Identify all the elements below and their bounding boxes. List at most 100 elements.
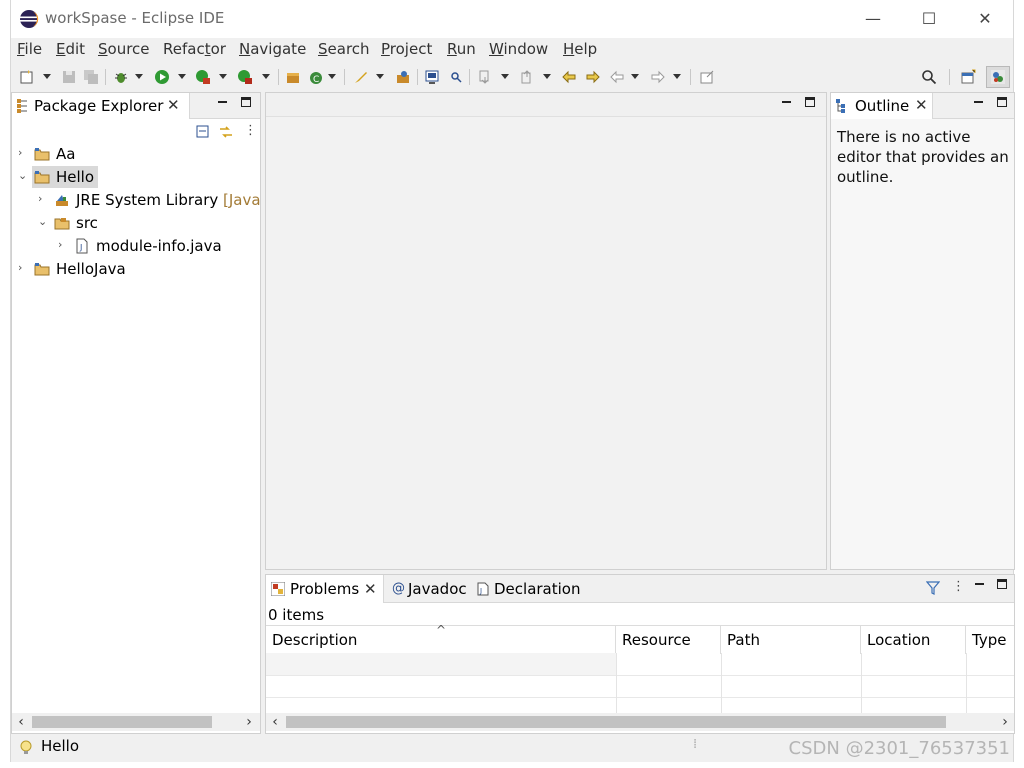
debug-dropdown-icon[interactable] xyxy=(135,74,143,79)
prev-annotation-icon[interactable] xyxy=(519,69,535,85)
maximize-button[interactable]: ☐ xyxy=(901,0,957,38)
expand-icon[interactable]: › xyxy=(18,261,22,274)
java-perspective-icon xyxy=(991,70,1005,84)
maximize-view-icon[interactable] xyxy=(241,97,251,107)
view-menu-icon[interactable]: ⋮ xyxy=(244,123,257,138)
close-window-button[interactable]: ✕ xyxy=(957,0,1013,38)
prev-annotation-dropdown-icon[interactable] xyxy=(543,74,551,79)
back-icon[interactable] xyxy=(609,69,625,85)
column-path[interactable]: Path xyxy=(721,626,861,654)
scroll-left-icon[interactable]: ‹ xyxy=(266,713,284,731)
column-resource[interactable]: Resource xyxy=(616,626,721,654)
minimize-editor-icon[interactable] xyxy=(782,96,792,108)
menu-help[interactable]: Help xyxy=(563,40,597,58)
column-description[interactable]: Description ^ xyxy=(266,623,616,654)
problems-title: Problems xyxy=(290,580,360,598)
scroll-thumb[interactable] xyxy=(286,716,946,728)
tree-item-module-info[interactable]: › J module-info.java xyxy=(12,235,260,257)
tree-item-jre-system-library[interactable]: › JRE System Library [JavaSE xyxy=(12,189,260,211)
new-class-dropdown-icon[interactable] xyxy=(328,74,336,79)
menu-file[interactable]: File xyxy=(17,40,42,58)
console-icon[interactable] xyxy=(424,69,440,85)
new-dropdown-icon[interactable] xyxy=(43,74,51,79)
column-type[interactable]: Type xyxy=(966,626,1014,654)
project-icon xyxy=(34,148,50,161)
tree-item-hello[interactable]: ⌄ Hello xyxy=(12,166,260,188)
external-tools-dropdown-icon[interactable] xyxy=(262,74,270,79)
project-icon xyxy=(34,171,50,184)
minimize-button[interactable]: — xyxy=(845,0,901,38)
package-explorer-hscrollbar[interactable]: ‹ › xyxy=(12,713,260,731)
menu-navigate[interactable]: Navigate xyxy=(239,40,306,58)
expand-icon[interactable]: › xyxy=(38,192,42,205)
expand-icon[interactable]: › xyxy=(18,146,22,159)
main-toolbar: C xyxy=(11,64,1013,92)
scroll-right-icon[interactable]: › xyxy=(240,713,258,731)
tab-declaration[interactable]: J Declaration xyxy=(472,575,582,603)
tree-item-hellojava[interactable]: › HelloJava xyxy=(12,258,260,280)
minimize-view-icon[interactable] xyxy=(218,96,228,108)
menu-run[interactable]: Run xyxy=(447,40,476,58)
coverage-dropdown-icon[interactable] xyxy=(219,74,227,79)
menu-edit[interactable]: Edit xyxy=(56,40,85,58)
column-location[interactable]: Location xyxy=(861,626,966,654)
menu-source[interactable]: Source xyxy=(98,40,150,58)
run-dropdown-icon[interactable] xyxy=(178,74,186,79)
tab-javadoc[interactable]: @ Javadoc xyxy=(386,575,472,603)
collapse-all-icon[interactable] xyxy=(196,125,210,139)
view-menu-icon[interactable]: ⋮ xyxy=(952,579,965,594)
pin-editor-icon[interactable] xyxy=(699,69,715,85)
coverage-icon[interactable] xyxy=(195,69,211,85)
open-type-icon[interactable] xyxy=(353,69,369,85)
collapse-icon[interactable]: ⌄ xyxy=(18,169,27,182)
tree-item-src[interactable]: ⌄ src xyxy=(12,212,260,234)
new-icon[interactable] xyxy=(19,69,35,85)
new-java-class-icon[interactable]: C xyxy=(308,69,324,85)
open-perspective-icon[interactable] xyxy=(960,69,976,85)
tree-item-aa[interactable]: › Aa xyxy=(12,143,260,165)
menu-window[interactable]: Window xyxy=(489,40,548,58)
last-edit-location-icon[interactable] xyxy=(561,69,577,85)
menu-search[interactable]: Search xyxy=(318,40,370,58)
maximize-view-icon[interactable] xyxy=(997,97,1007,107)
minimize-view-icon[interactable] xyxy=(975,578,985,590)
maximize-view-icon[interactable] xyxy=(997,579,1007,589)
back-dropdown-icon[interactable] xyxy=(631,74,639,79)
close-tab-icon[interactable]: ✕ xyxy=(364,580,377,598)
scroll-left-icon[interactable]: ‹ xyxy=(12,713,30,731)
link-with-editor-icon[interactable] xyxy=(218,125,234,139)
maximize-editor-icon[interactable] xyxy=(805,97,815,107)
external-tools-icon[interactable] xyxy=(237,69,253,85)
run-icon[interactable] xyxy=(154,69,170,85)
menu-refactor[interactable]: Refactor xyxy=(163,40,226,58)
minimize-view-icon[interactable] xyxy=(974,96,984,108)
menu-project[interactable]: Project xyxy=(381,40,432,58)
problems-icon xyxy=(271,582,285,596)
tree-item-label: Hello xyxy=(56,168,95,186)
debug-icon[interactable] xyxy=(113,69,129,85)
problems-hscrollbar[interactable]: ‹ › xyxy=(266,713,1014,731)
save-icon xyxy=(63,71,75,83)
search-toggle-icon[interactable] xyxy=(448,69,464,85)
forward-dropdown-icon[interactable] xyxy=(673,74,681,79)
search-icon[interactable] xyxy=(921,69,937,85)
tab-problems[interactable]: Problems ✕ xyxy=(266,575,384,603)
forward-icon[interactable] xyxy=(650,69,666,85)
expand-icon[interactable]: › xyxy=(58,238,62,251)
close-tab-icon[interactable]: ✕ xyxy=(915,96,928,114)
next-annotation-dropdown-icon[interactable] xyxy=(501,74,509,79)
close-tab-icon[interactable]: ✕ xyxy=(167,96,180,114)
collapse-icon[interactable]: ⌄ xyxy=(38,215,47,228)
scroll-right-icon[interactable]: › xyxy=(996,713,1014,731)
new-java-package-icon[interactable] xyxy=(285,69,301,85)
scroll-thumb[interactable] xyxy=(32,716,212,728)
next-annotation-icon[interactable] xyxy=(477,69,493,85)
eclipse-logo-icon xyxy=(20,10,39,28)
java-perspective-button[interactable] xyxy=(986,66,1010,88)
forward-edit-location-icon[interactable] xyxy=(585,69,601,85)
filter-icon[interactable] xyxy=(926,581,940,595)
tab-outline[interactable]: Outline ✕ xyxy=(831,93,933,119)
open-task-icon[interactable] xyxy=(395,69,411,85)
open-type-dropdown-icon[interactable] xyxy=(376,74,384,79)
tab-package-explorer[interactable]: Package Explorer ✕ xyxy=(12,93,190,119)
